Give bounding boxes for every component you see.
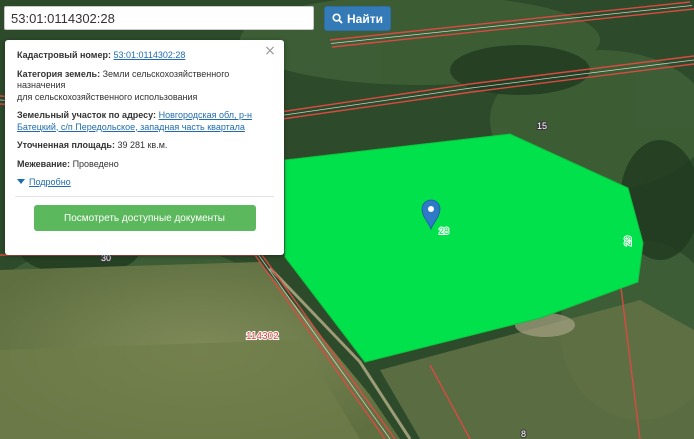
address-link-line2[interactable]: Батецкий, с/п Передольское, западная час… [17, 122, 245, 132]
divider [15, 196, 274, 197]
parcel-15-label: 15 [537, 121, 547, 131]
parcel-8-label: 8 [521, 429, 526, 439]
survey-row: Межевание: Проведено [17, 159, 272, 171]
parcel-info-card: × Кадастровый номер: 53:01:0114302:28 Ка… [5, 40, 284, 255]
parcel-28-label: 28 [439, 226, 449, 236]
caret-down-icon [17, 179, 25, 184]
details-link[interactable]: Подробно [29, 177, 71, 187]
details-toggle[interactable]: Подробно [17, 177, 272, 188]
category-label: Категория земель: [17, 68, 101, 79]
area-row: Уточненная площадь: 39 281 кв.м. [17, 140, 272, 152]
search-button[interactable]: Найти [324, 6, 391, 31]
category-use: для сельскохозяйственного использования [17, 91, 198, 102]
address-row: Земельный участок по адресу: Новгородска… [17, 110, 272, 133]
search-input[interactable] [4, 6, 314, 30]
cadastral-number-link[interactable]: 53:01:0114302:28 [113, 50, 185, 60]
category-value-line2: назначения [17, 80, 66, 90]
category-row: Категория земель: Земли сельскохозяйстве… [17, 69, 272, 104]
survey-label: Межевание: [17, 158, 71, 169]
address-label: Земельный участок по адресу: [17, 110, 157, 120]
area-label: Уточненная площадь: [17, 140, 115, 150]
address-link[interactable]: Новгородская обл, р-н [159, 110, 252, 120]
block-number-label: 114302 [246, 331, 279, 342]
survey-value: Проведено [72, 158, 119, 169]
cadastral-label: Кадастровый номер: [17, 50, 111, 60]
view-documents-button[interactable]: Посмотреть доступные документы [33, 205, 256, 231]
search-button-label: Найти [347, 11, 383, 26]
category-value: Земли сельскохозяйственного [102, 68, 230, 79]
search-icon [332, 13, 343, 24]
close-icon[interactable]: × [264, 44, 276, 58]
parcel-29-label: 29 [623, 236, 633, 246]
area-value: 39 281 кв.м. [117, 140, 168, 150]
cadastral-row: Кадастровый номер: 53:01:0114302:28 [17, 50, 272, 62]
